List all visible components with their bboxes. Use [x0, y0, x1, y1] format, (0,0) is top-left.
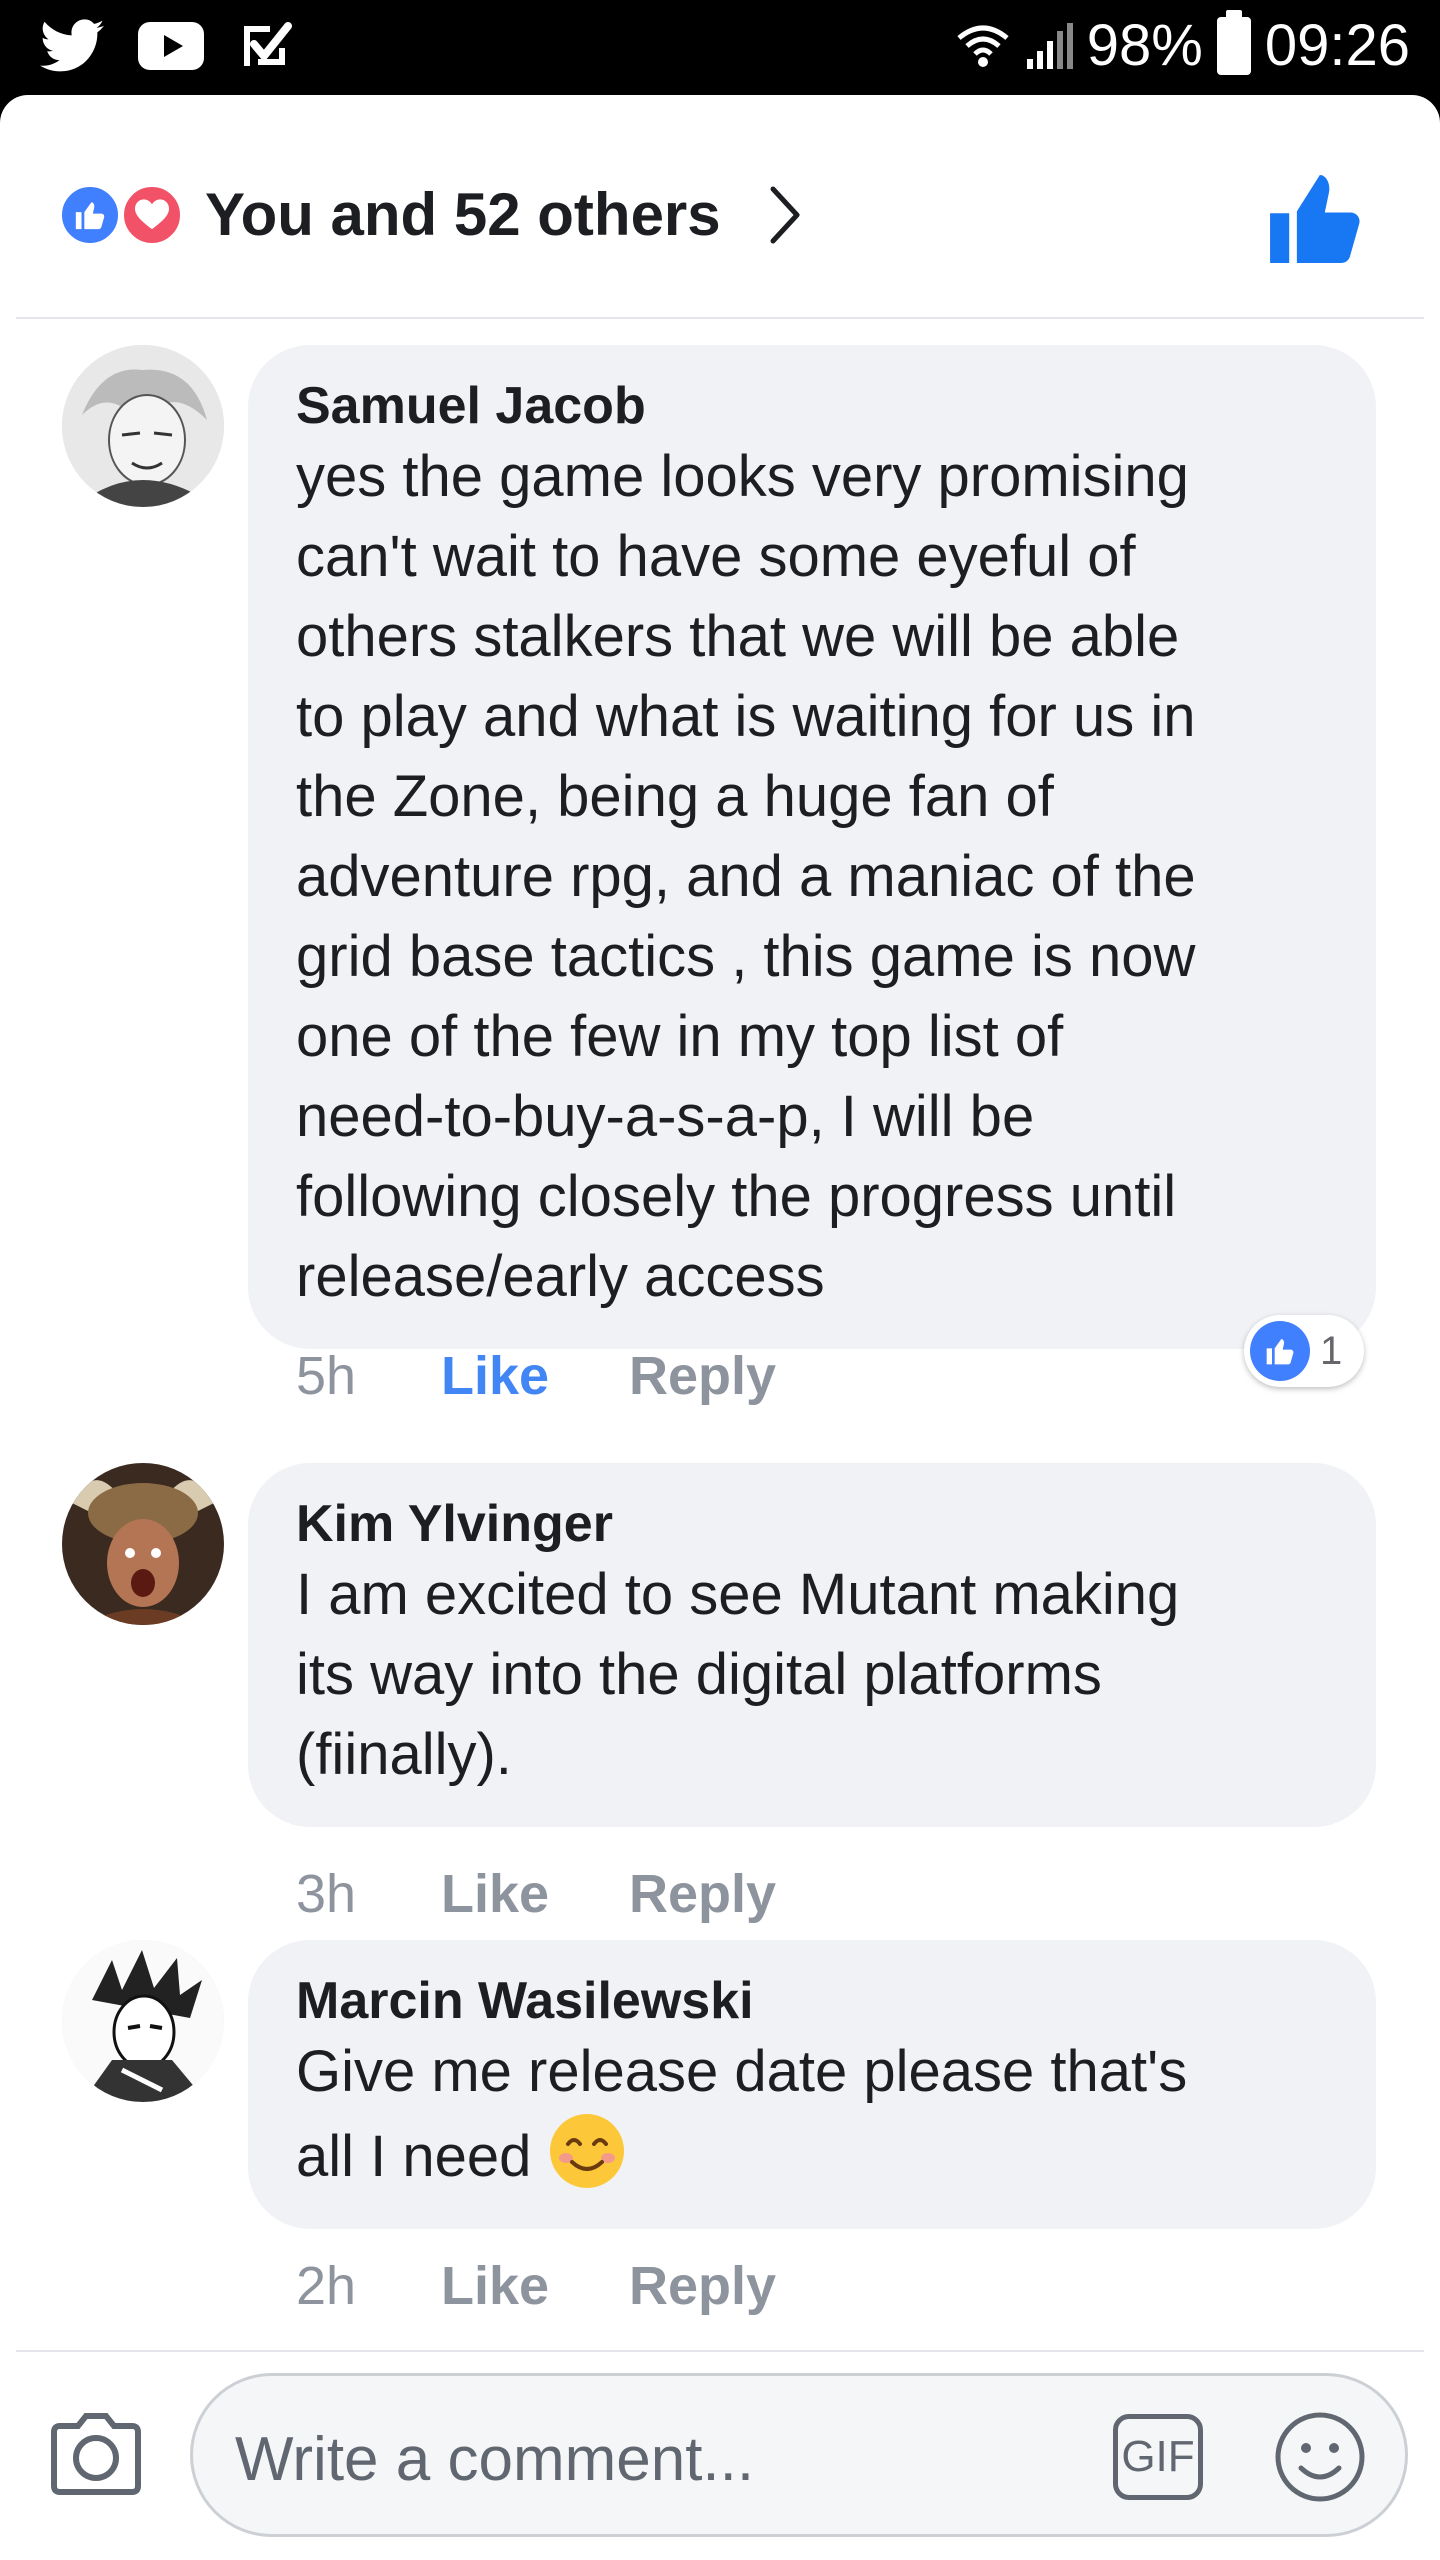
emoji-picker-icon[interactable]: [1273, 2410, 1367, 2504]
comment-line: to play and what is waiting for us in: [296, 684, 1196, 749]
comment-line: grid base tactics , this game is now: [296, 924, 1196, 989]
comment-line: I am excited to see Mutant making: [296, 1562, 1180, 1627]
comment-line: the Zone, being a huge fan of: [296, 764, 1054, 829]
comment-timestamp: 5h: [296, 1346, 357, 1406]
comment-author[interactable]: Marcin Wasilewski: [296, 1970, 1328, 2032]
love-reaction-icon: [120, 183, 184, 247]
comment-line: yes the game looks very promising: [296, 444, 1189, 509]
comment-bubble: Kim Ylvinger I am excited to see Mutant …: [248, 1463, 1376, 1827]
comment-bubble: Marcin Wasilewski Give me release date p…: [248, 1940, 1376, 2229]
comment-line: need-to-buy-a-s-a-p, I will be: [296, 1084, 1035, 1149]
avatar[interactable]: [62, 1463, 224, 1625]
chevron-right-icon[interactable]: [765, 183, 805, 247]
youtube-icon: [138, 22, 204, 70]
comment-line: adventure rpg, and a maniac of the: [296, 844, 1196, 909]
comment-actions: 2h Like Reply: [296, 2255, 776, 2317]
wifi-icon: [957, 25, 1009, 67]
like-button[interactable]: Like: [441, 1863, 629, 1925]
comment-bubble: Samuel Jacob yes the game looks very pro…: [248, 345, 1376, 1349]
comment-line-with-emoji: all I need: [296, 2112, 1328, 2197]
like-button[interactable]: Like: [441, 2255, 629, 2317]
status-bar-right: 98% 09:26: [955, 9, 1410, 79]
twitter-icon: [40, 19, 104, 72]
comment-author[interactable]: Kim Ylvinger: [296, 1493, 1328, 1555]
comment-input[interactable]: [233, 2416, 997, 2502]
like-reaction-icon: [1250, 1321, 1310, 1381]
comment-actions: 5h Like Reply: [296, 1345, 776, 1407]
comment-timestamp: 2h: [296, 2256, 357, 2316]
comment-timestamp: 3h: [296, 1864, 357, 1924]
comment-reaction-count[interactable]: 1: [1244, 1315, 1364, 1387]
smiling-face-emoji-icon: [549, 2114, 624, 2188]
comment-text: Give me release date please that's all I…: [296, 2032, 1328, 2197]
reply-button[interactable]: Reply: [629, 1863, 776, 1925]
reply-button[interactable]: Reply: [629, 2255, 776, 2317]
like-button[interactable]: Like: [441, 1345, 629, 1407]
status-bar-left-icons: [40, 18, 294, 74]
comment-text: I am excited to see Mutant making its wa…: [296, 1555, 1328, 1795]
divider: [16, 317, 1424, 319]
battery-icon: [1216, 9, 1251, 75]
comment-line: Give me release date please that's: [296, 2039, 1188, 2104]
reactions-summary[interactable]: You and 52 others: [205, 180, 721, 249]
comment-actions: 3h Like Reply: [296, 1863, 776, 1925]
avatar[interactable]: [62, 345, 224, 507]
comment-line: others stalkers that we will be able: [296, 604, 1180, 669]
reply-button[interactable]: Reply: [629, 1345, 776, 1407]
divider: [16, 2350, 1424, 2352]
comment-line: all I need: [296, 2124, 532, 2189]
clock: 09:26: [1264, 13, 1410, 78]
comment-line: can't wait to have some eyeful of: [296, 524, 1136, 589]
reaction-count-number: 1: [1320, 1328, 1343, 1373]
comment-line: (fiinally).: [296, 1722, 512, 1787]
comment-line: its way into the digital platforms: [296, 1642, 1102, 1707]
camera-icon[interactable]: [48, 2410, 144, 2496]
comments-sheet: You and 52 others Samuel Jacob yes the g…: [0, 95, 1440, 2560]
comment-line: following closely the progress until: [296, 1164, 1177, 1229]
like-reaction-icon: [58, 183, 122, 247]
comment-line: one of the few in my top list of: [296, 1004, 1064, 1069]
gif-button[interactable]: GIF: [1113, 2414, 1203, 2500]
status-bar: 98% 09:26: [0, 0, 1440, 95]
comment-composer: GIF: [190, 2373, 1408, 2537]
gif-label: GIF: [1121, 2432, 1195, 2481]
reactions-header[interactable]: You and 52 others: [0, 95, 1440, 320]
avatar[interactable]: [62, 1940, 224, 2102]
signal-icon: [1026, 22, 1073, 69]
comment-author[interactable]: Samuel Jacob: [296, 375, 1328, 437]
reaction-icons: [58, 183, 190, 247]
comment-text: yes the game looks very promising can't …: [296, 437, 1328, 1317]
checkmark-app-icon: [244, 22, 292, 66]
comment-line: release/early access: [296, 1244, 825, 1309]
battery-percent: 98%: [1086, 13, 1203, 78]
thumbs-up-icon[interactable]: [1270, 175, 1362, 263]
